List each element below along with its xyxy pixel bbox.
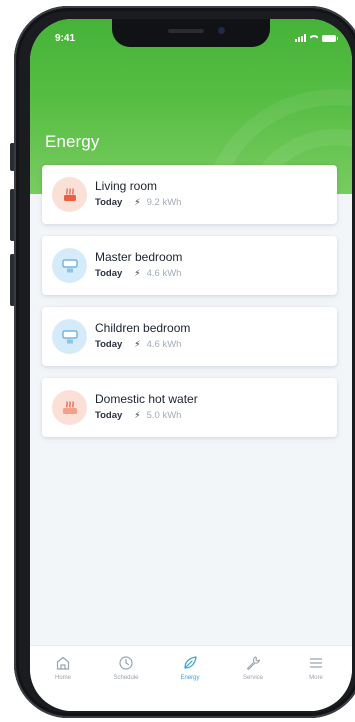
nav-more[interactable]: More — [286, 655, 346, 681]
speaker-grille — [168, 29, 204, 33]
air-conditioner-icon — [52, 248, 87, 283]
status-time: 9:41 — [55, 33, 76, 44]
bottom-nav: Home Schedule Energy Service More — [30, 645, 352, 711]
notch — [112, 19, 270, 47]
period-label: Today — [95, 197, 123, 208]
room-card-domestic-hot-water[interactable]: Domestic hot water Today ⚡︎ 5.0 kWh — [42, 378, 337, 437]
nav-label: Service — [242, 675, 263, 681]
bolt-icon: ⚡︎ — [134, 410, 141, 420]
room-list: Living room Today ⚡︎ 9.2 kWh Master bedr… — [42, 165, 337, 449]
energy-value: 9.2 kWh — [146, 197, 182, 208]
nav-home[interactable]: Home — [33, 655, 93, 681]
room-name: Domestic hot water — [95, 392, 198, 406]
room-name: Children bedroom — [95, 321, 191, 335]
room-card-living-room[interactable]: Living room Today ⚡︎ 9.2 kWh — [42, 165, 337, 224]
bolt-icon: ⚡︎ — [134, 197, 141, 207]
nav-label: Schedule — [113, 675, 139, 681]
energy-value: 4.6 kWh — [146, 268, 182, 279]
status-icons — [295, 33, 338, 43]
period-label: Today — [95, 268, 123, 279]
energy-value: 5.0 kWh — [146, 410, 182, 421]
room-card-master-bedroom[interactable]: Master bedroom Today ⚡︎ 4.6 kWh — [42, 236, 337, 295]
period-label: Today — [95, 410, 123, 421]
period-label: Today — [95, 339, 123, 350]
nav-label: Home — [54, 675, 71, 681]
nav-schedule[interactable]: Schedule — [96, 655, 156, 681]
signal-icon — [295, 34, 306, 42]
water-heater-icon — [52, 390, 87, 425]
phone-mockup: 9:41 Energy Living room Today ⚡︎ 9.2 kWh… — [0, 0, 355, 722]
battery-icon — [322, 34, 338, 42]
energy-summary: Today ⚡︎ 4.6 kWh — [95, 339, 181, 350]
bolt-icon: ⚡︎ — [134, 268, 141, 278]
clock-icon — [119, 656, 133, 670]
air-conditioner-icon — [52, 319, 87, 354]
room-card-children-bedroom[interactable]: Children bedroom Today ⚡︎ 4.6 kWh — [42, 307, 337, 366]
wifi-icon — [310, 34, 318, 42]
nav-label: Energy — [180, 675, 200, 681]
nav-label: More — [309, 675, 323, 681]
app-screen: 9:41 Energy Living room Today ⚡︎ 9.2 kWh… — [30, 19, 352, 711]
room-name: Master bedroom — [95, 250, 183, 264]
energy-summary: Today ⚡︎ 5.0 kWh — [95, 410, 181, 421]
leaf-icon — [184, 656, 197, 669]
nav-service[interactable]: Service — [223, 655, 283, 681]
radiator-icon — [52, 177, 87, 212]
menu-icon — [309, 658, 323, 668]
bolt-icon: ⚡︎ — [134, 339, 141, 349]
home-icon — [56, 656, 70, 670]
page-title: Energy — [45, 132, 100, 151]
wrench-icon — [246, 656, 261, 671]
energy-summary: Today ⚡︎ 4.6 kWh — [95, 268, 181, 279]
room-name: Living room — [95, 179, 158, 193]
energy-summary: Today ⚡︎ 9.2 kWh — [95, 197, 181, 208]
energy-value: 4.6 kWh — [146, 339, 182, 350]
nav-energy[interactable]: Energy — [160, 655, 220, 681]
camera-icon — [218, 27, 225, 34]
